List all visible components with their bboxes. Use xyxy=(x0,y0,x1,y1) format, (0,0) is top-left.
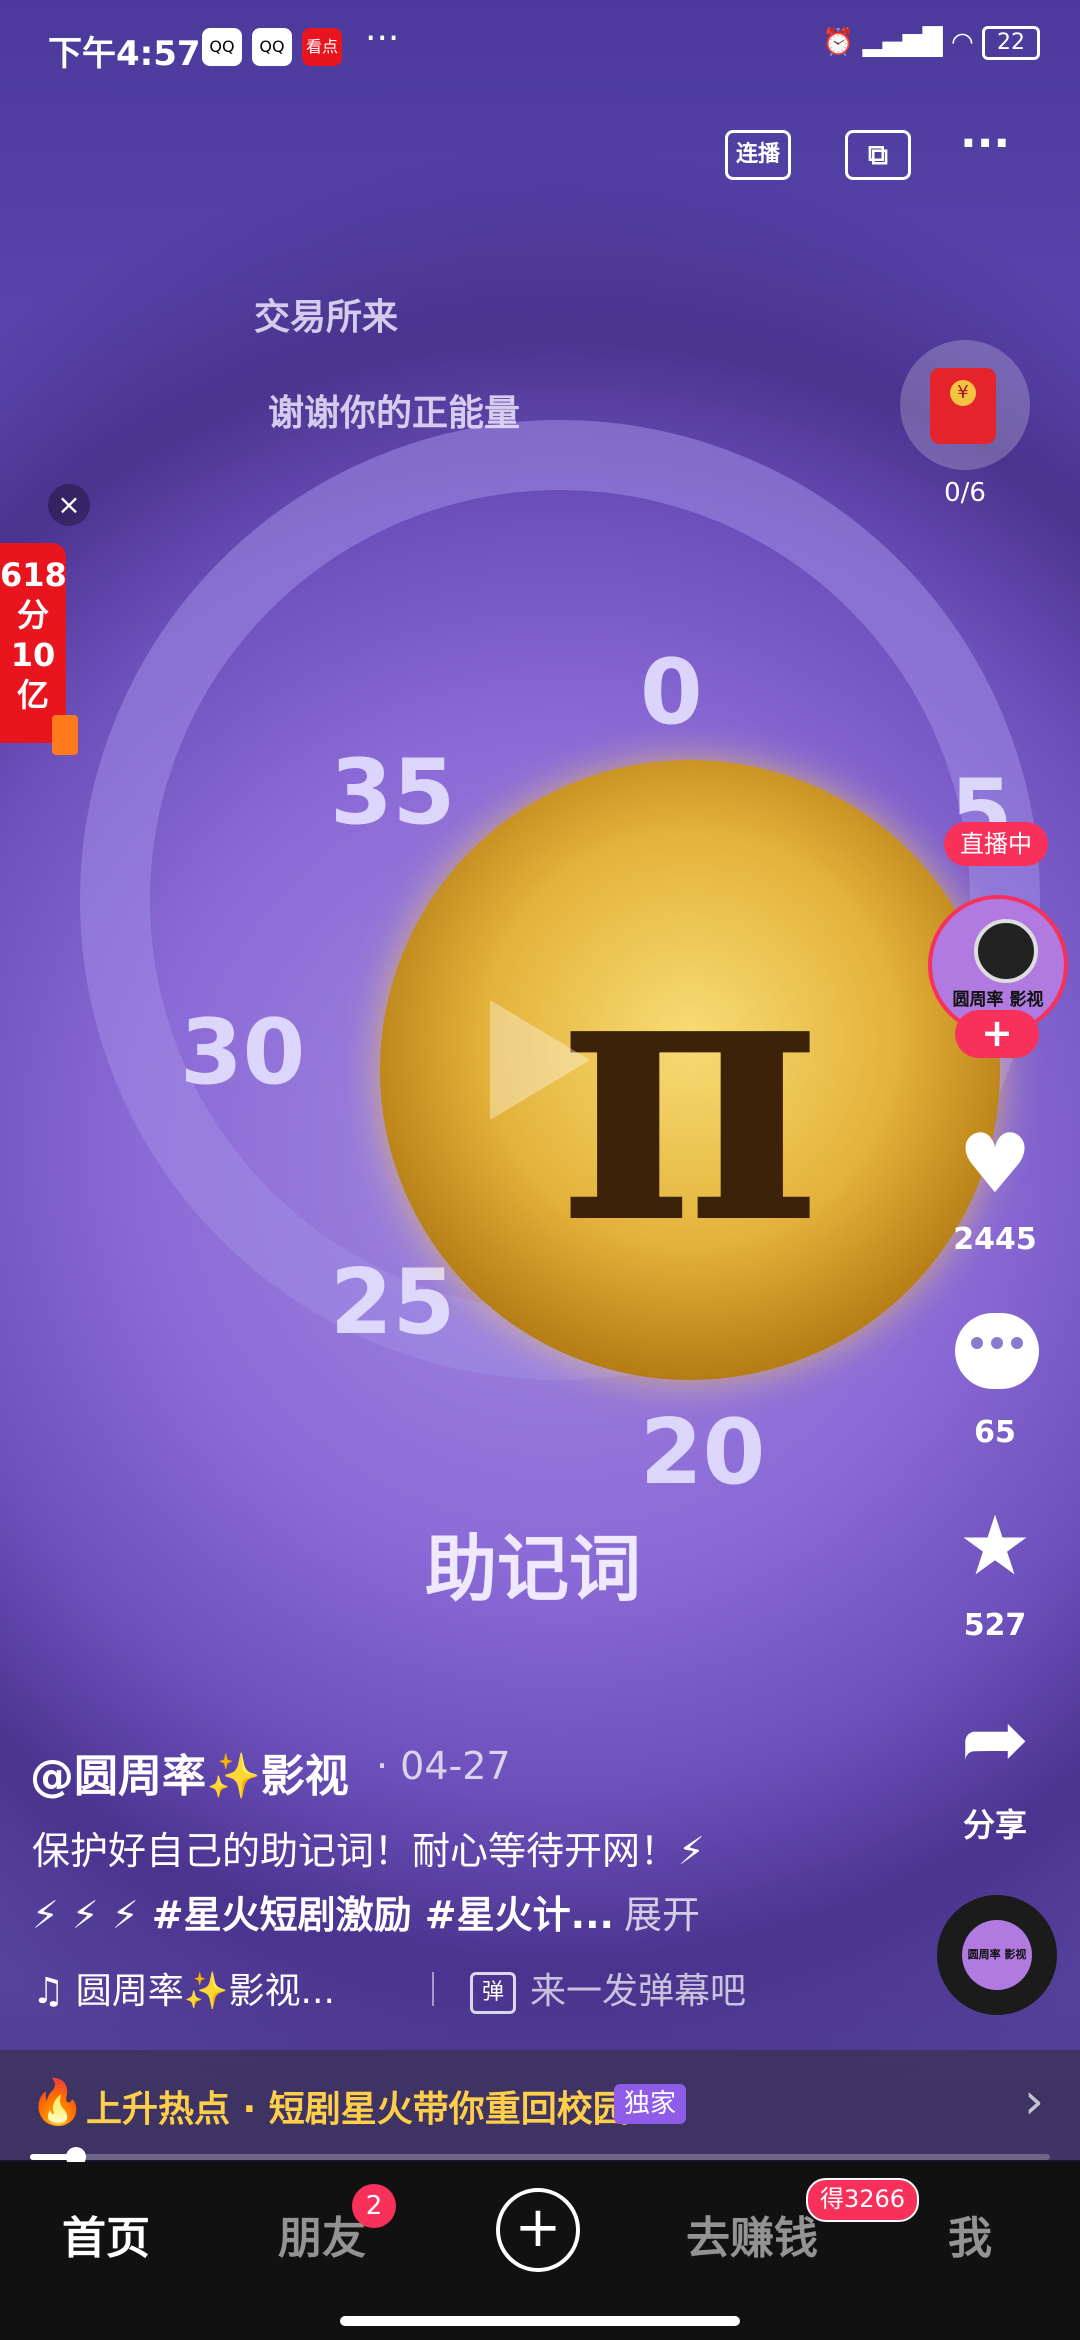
promo-line: 618 xyxy=(0,556,67,594)
music-note-icon: ♫ xyxy=(32,1971,65,2012)
chevron-right-icon: › xyxy=(1024,2072,1044,2130)
music-disc-art: 圆周率 影视 xyxy=(962,1920,1032,1990)
video-subtitle: 助记词 xyxy=(425,1527,642,1611)
wifi-icon: ◠ xyxy=(951,27,974,58)
live-badge[interactable]: 直播中 xyxy=(944,822,1048,866)
red-packet-count: 0/6 xyxy=(944,478,986,508)
hot-topic-banner[interactable]: 🔥 上升热点 · 短剧星火带你重回校园 独家 › xyxy=(0,2050,1080,2160)
screen-cast-icon[interactable]: ⧉ xyxy=(845,130,911,180)
post-description: 保护好自己的助记词！耐心等待开网！⚡ xyxy=(32,1829,705,1873)
music-title: 圆周率✨影视... xyxy=(75,1971,335,2012)
dial-number: 30 xyxy=(180,1000,306,1105)
video-caption: 交易所来 xyxy=(254,297,399,338)
status-time: 下午4:57 xyxy=(48,34,201,74)
pi-coin-image: π xyxy=(380,760,1000,1380)
film-reel-icon xyxy=(974,919,1038,983)
danmu-icon: 弹 xyxy=(470,1972,516,2014)
like-count: 2445 xyxy=(953,1222,1037,1257)
share-label: 分享 xyxy=(962,1806,1027,1844)
autoplay-connect-button[interactable]: 连播 xyxy=(725,130,791,180)
bottom-tab-bar: 首页 朋友 2 + 去赚钱 得3266 我 xyxy=(0,2162,1080,2340)
battery-indicator: 22 xyxy=(982,26,1040,60)
favorite-count: 527 xyxy=(963,1608,1027,1643)
video-progress-bar[interactable] xyxy=(30,2147,1050,2167)
red-envelope-icon xyxy=(930,368,996,444)
status-bar: 下午4:57 QQ QQ 看点 ··· ⏰ ▂▄▆█ ◠ 22 xyxy=(0,0,1080,96)
alarm-icon: ⏰ xyxy=(822,27,855,58)
promo-618-banner[interactable]: 618 分 10 亿 xyxy=(0,543,78,755)
danmu-placeholder: 来一发弹幕吧 xyxy=(530,1971,747,2012)
status-right: ⏰ ▂▄▆█ ◠ 22 xyxy=(822,26,1040,60)
divider xyxy=(432,1972,434,2006)
close-icon[interactable]: × xyxy=(48,484,90,526)
music-link[interactable]: ♫ 圆周率✨影视... xyxy=(32,1962,335,2014)
expand-button[interactable]: 展开 xyxy=(624,1893,700,1937)
music-disc-button[interactable]: 圆周率 影视 xyxy=(937,1895,1057,2015)
earn-badge: 得3266 xyxy=(806,2178,920,2222)
dial-number: 20 xyxy=(640,1400,766,1505)
signal-icon: ▂▄▆█ xyxy=(862,27,943,58)
create-button[interactable]: + xyxy=(496,2188,580,2272)
comment-icon[interactable] xyxy=(955,1313,1039,1389)
hot-topic-text: 上升热点 · 短剧星火带你重回校园 xyxy=(86,2089,629,2130)
tab-earn[interactable]: 去赚钱 xyxy=(686,2202,818,2266)
promo-line: 亿 xyxy=(16,676,49,714)
news-app-icon: 看点 xyxy=(302,28,342,66)
exclusive-tag: 独家 xyxy=(614,2084,687,2124)
friends-badge: 2 xyxy=(352,2184,396,2228)
avatar-label: 圆周率 影视 xyxy=(952,990,1044,1010)
danmu-input[interactable]: 弹来一发弹幕吧 xyxy=(470,1962,746,2014)
home-indicator xyxy=(340,2316,740,2326)
follow-button[interactable]: + xyxy=(955,1010,1039,1058)
red-packet-button[interactable] xyxy=(900,340,1030,470)
video-caption: 谢谢你的正能量 xyxy=(268,393,521,434)
qq-app-icon: QQ xyxy=(252,28,292,66)
comment-count: 65 xyxy=(974,1415,1016,1450)
qq-app-icon: QQ xyxy=(202,28,242,66)
fire-icon: 🔥 xyxy=(30,2077,85,2128)
coin-symbol: π xyxy=(558,880,822,1303)
star-icon[interactable]: ★ xyxy=(950,1502,1040,1592)
dial-number: 35 xyxy=(330,740,456,845)
post-date: · 04-27 xyxy=(376,1744,511,1788)
tab-home[interactable]: 首页 xyxy=(62,2202,150,2266)
heart-icon[interactable]: ♥ xyxy=(950,1120,1040,1210)
play-icon[interactable] xyxy=(490,1000,590,1120)
author-name[interactable]: @圆周率✨影视 xyxy=(30,1740,349,1804)
promo-line: 分 xyxy=(16,596,49,634)
more-notifications-icon: ··· xyxy=(365,18,400,59)
red-envelope-icon xyxy=(52,715,78,755)
promo-line: 10 xyxy=(10,636,56,674)
post-description-line2: ⚡ ⚡ ⚡ #星火短剧激励 #星火计... 展开 xyxy=(32,1884,700,1939)
tab-me[interactable]: 我 xyxy=(948,2202,992,2266)
more-options-button[interactable]: ··· xyxy=(960,118,1010,169)
hashtags[interactable]: ⚡ ⚡ ⚡ #星火短剧激励 #星火计... xyxy=(32,1893,614,1937)
share-arrow-icon[interactable]: ➦ xyxy=(950,1695,1040,1785)
dial-number: 0 xyxy=(640,640,703,745)
